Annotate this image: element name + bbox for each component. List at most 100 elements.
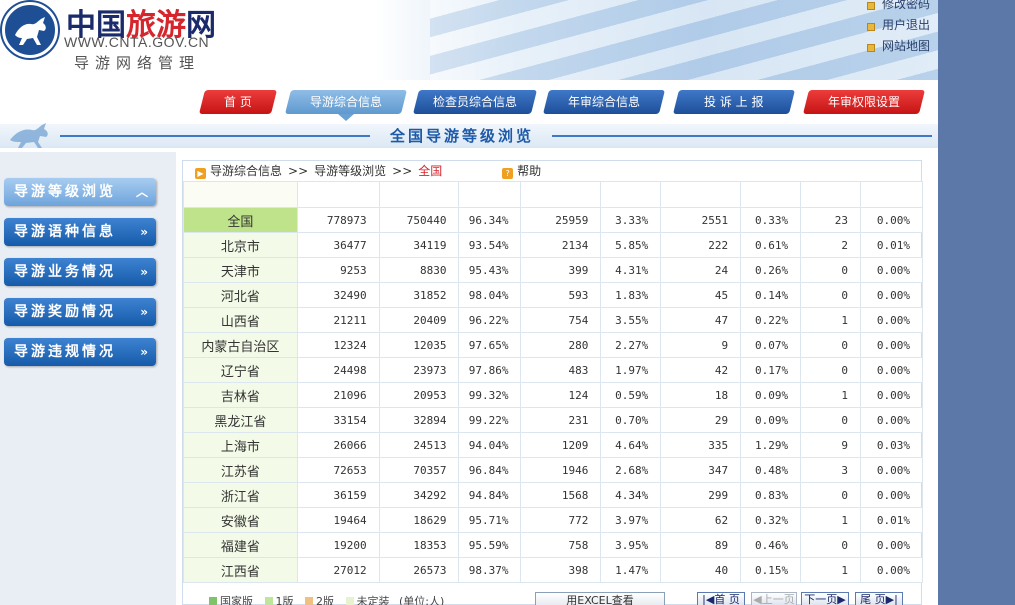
table-row: 江苏省 72653 70357 96.84% 1946 2.68% 347 0.48% 3 0.0…	[183, 457, 923, 483]
table-cell: 18	[660, 382, 742, 408]
sidebar: 导游等级浏览 ︿ 导游语种信息 » 导游业务情况 » 导游奖励情况 » 导游违规…	[0, 152, 176, 605]
legend-swatch	[264, 597, 273, 605]
table-row: 黑龙江省 33154 32894 99.22% 231 0.70% 29 0.09% 0 0.00…	[183, 407, 923, 433]
table-cell: 62	[660, 507, 742, 533]
table-cell: 72653	[296, 457, 380, 483]
region-name-cell[interactable]: 福建省	[183, 532, 298, 558]
table-cell: 24498	[296, 357, 380, 383]
excel-export-button[interactable]: 用EXCEL查看	[535, 592, 665, 605]
table-cell: 12035	[378, 332, 460, 358]
region-name-cell[interactable]: 浙江省	[183, 482, 298, 508]
table-cell: 26066	[296, 432, 380, 458]
sidebar-item-guide-awards[interactable]: 导游奖励情况 »	[4, 298, 156, 326]
nav-complaint[interactable]: 投 诉 上 报	[673, 90, 795, 114]
table-cell: 18353	[378, 532, 460, 558]
region-name-cell[interactable]: 全国	[183, 207, 298, 233]
sidebar-item-guide-language[interactable]: 导游语种信息 »	[4, 218, 156, 246]
table-cell: 1.47%	[600, 557, 662, 583]
table-cell: 19464	[296, 507, 380, 533]
header: 中国旅游网 WWW.CNTA.GOV.CN 导游网络管理 修改密码 用户退出 网…	[0, 0, 938, 80]
table-cell: 0.03%	[860, 432, 923, 458]
change-password-link[interactable]: 修改密码	[866, 0, 930, 15]
table-cell: 1209	[520, 432, 602, 458]
table-cell: 8830	[378, 257, 460, 283]
table-cell: 4.34%	[600, 482, 662, 508]
last-page-button[interactable]: 尾 页▶|	[855, 592, 903, 605]
table-cell: 0	[800, 482, 861, 508]
table-cell: 26573	[378, 557, 460, 583]
region-name-cell[interactable]: 内蒙古自治区	[183, 332, 298, 358]
table-total-row: 全国 778973 750440 96.34% 25959 3.33% 2551 0.33% 2…	[183, 207, 923, 233]
first-page-button[interactable]: |◀首 页	[697, 592, 745, 605]
table-cell: 0.01%	[860, 232, 923, 258]
table-cell: 96.34%	[458, 207, 522, 233]
table-cell: 3.33%	[600, 207, 662, 233]
title-rule-left	[60, 135, 370, 137]
page-title-bar: 全国导游等级浏览	[0, 124, 938, 148]
sidebar-item-guide-business[interactable]: 导游业务情况 »	[4, 258, 156, 286]
header-cell	[183, 181, 298, 208]
region-name-cell[interactable]: 北京市	[183, 232, 298, 258]
table-cell: 1.29%	[740, 432, 802, 458]
table-cell: 36159	[296, 482, 380, 508]
table-cell: 0.26%	[740, 257, 802, 283]
region-name-cell[interactable]: 黑龙江省	[183, 407, 298, 433]
region-name-cell[interactable]: 辽宁省	[183, 357, 298, 383]
table-cell: 0.00%	[860, 457, 923, 483]
table-cell: 0.48%	[740, 457, 802, 483]
table-cell: 34119	[378, 232, 460, 258]
table-cell: 9	[800, 432, 861, 458]
sidebar-item-label: 导游业务情况	[14, 264, 116, 280]
region-name-cell[interactable]: 山西省	[183, 307, 298, 333]
region-name-cell[interactable]: 上海市	[183, 432, 298, 458]
legend-item: 国家版	[220, 595, 253, 605]
breadcrumb-item-guide-level[interactable]: 导游等级浏览	[314, 164, 386, 178]
region-name-cell[interactable]: 河北省	[183, 282, 298, 308]
nav-annual-review[interactable]: 年审综合信息	[543, 90, 665, 114]
cnta-logo-icon[interactable]	[2, 2, 58, 58]
table-cell: 0.83%	[740, 482, 802, 508]
table-cell: 31852	[378, 282, 460, 308]
nav-inspector-info[interactable]: 检查员综合信息	[413, 90, 537, 114]
next-page-button[interactable]: 下一页▶	[801, 592, 849, 605]
table-cell: 4.31%	[600, 257, 662, 283]
sidebar-item-guide-violations[interactable]: 导游违规情况 »	[4, 338, 156, 366]
table-cell: 0.00%	[860, 382, 923, 408]
region-name-cell[interactable]: 吉林省	[183, 382, 298, 408]
table-cell: 0.32%	[740, 507, 802, 533]
table-cell: 21211	[296, 307, 380, 333]
table-cell: 1.97%	[600, 357, 662, 383]
table-cell: 99.22%	[458, 407, 522, 433]
table-cell: 1946	[520, 457, 602, 483]
table-cell: 23	[800, 207, 861, 233]
help-link[interactable]: ? 帮助	[502, 164, 541, 179]
region-name-cell[interactable]: 安徽省	[183, 507, 298, 533]
title-rule-right	[552, 135, 932, 137]
logout-link[interactable]: 用户退出	[866, 15, 930, 36]
active-tab-indicator	[338, 114, 354, 121]
page: 中国旅游网 WWW.CNTA.GOV.CN 导游网络管理 修改密码 用户退出 网…	[0, 0, 938, 605]
table-cell: 0.00%	[860, 282, 923, 308]
table-cell: 778973	[296, 207, 380, 233]
legend: 国家版 1版 2版 未定装 (单位:人)	[201, 593, 444, 605]
content-panel: ▶ 导游综合信息 >> 导游等级浏览 >> 全国 ? 帮助 全国 778973 750440 96…	[182, 160, 923, 605]
main-nav: 首 页 导游综合信息 检查员综合信息 年审综合信息 投 诉 上 报 年审权限设置…	[0, 80, 938, 148]
sidebar-item-guide-level[interactable]: 导游等级浏览 ︿	[4, 178, 156, 206]
region-name-cell[interactable]: 江苏省	[183, 457, 298, 483]
table-cell: 335	[660, 432, 742, 458]
nav-review-permissions[interactable]: 年审权限设置	[803, 90, 925, 114]
prev-page-button[interactable]: ◀上一页	[751, 592, 797, 605]
nav-home[interactable]: 首 页	[199, 90, 277, 114]
region-name-cell[interactable]: 天津市	[183, 257, 298, 283]
table-cell: 0.00%	[860, 307, 923, 333]
region-name-cell[interactable]: 江西省	[183, 557, 298, 583]
next-page-icon: ▶	[837, 593, 846, 605]
last-page-icon: ▶|	[885, 593, 898, 605]
table-cell: 2.68%	[600, 457, 662, 483]
table-cell: 0	[800, 257, 861, 283]
table-header-row	[183, 181, 923, 208]
sitemap-link[interactable]: 网站地图	[866, 36, 930, 57]
nav-guide-info[interactable]: 导游综合信息	[285, 90, 407, 114]
breadcrumb-item-guide-info[interactable]: 导游综合信息	[210, 164, 282, 178]
table-cell: 94.04%	[458, 432, 522, 458]
